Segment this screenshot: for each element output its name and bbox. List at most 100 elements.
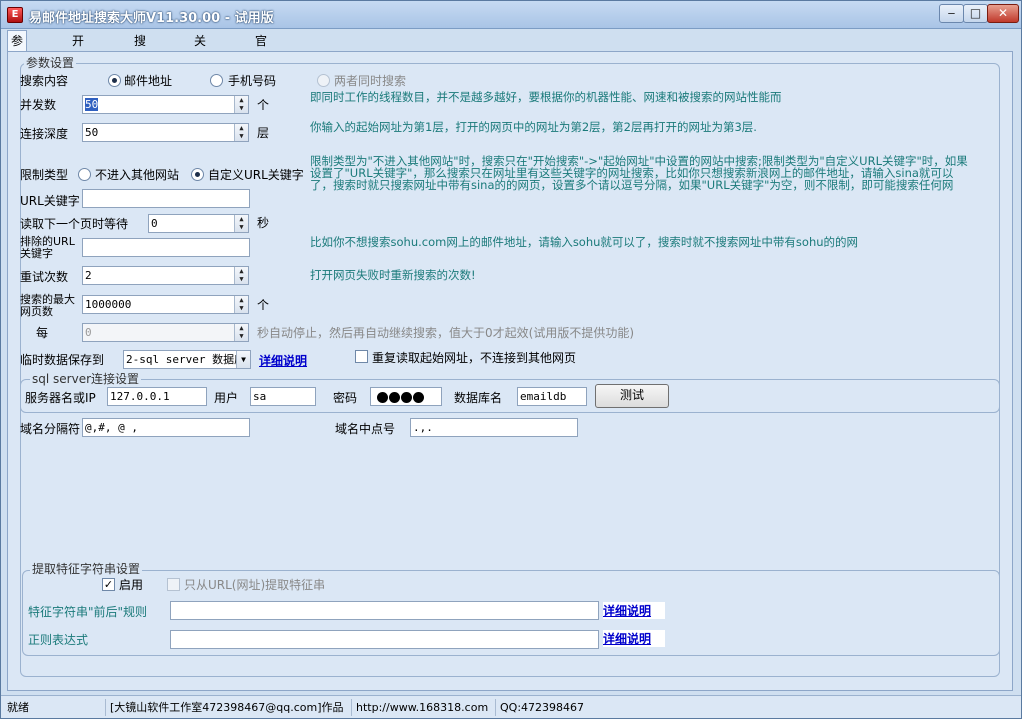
wait-unit: 秒 — [257, 216, 270, 230]
minimize-button[interactable]: ‒ — [939, 4, 964, 23]
depth-stepper[interactable]: 50 ▲ ▼ — [82, 123, 249, 142]
test-button[interactable]: 测试 — [595, 384, 669, 408]
depth-hint: 你输入的起始网址为第1层，打开的网页中的网址为第2层，第2层再打开的网址为第3层… — [310, 120, 757, 134]
enable-checkbox[interactable]: ✓ — [102, 578, 115, 591]
only-url-label: 只从URL(网址)提取特征串 — [184, 578, 326, 592]
exclude-label-2: 关键字 — [20, 247, 53, 260]
radio-both[interactable] — [317, 74, 330, 87]
temp-data-value: 2-sql server 数据库 — [126, 353, 246, 366]
every-hint: 秒自动停止，然后再自动继续搜索，值大于0才起效(试用版不提供功能) — [257, 326, 635, 340]
wait-stepper[interactable]: 0 ▲ ▼ — [148, 214, 249, 233]
every-stepper[interactable]: 0 ▲ ▼ — [82, 323, 249, 342]
max-pages-stepper[interactable]: 1000000 ▲ ▼ — [82, 295, 249, 314]
rule-input[interactable] — [170, 601, 599, 620]
retry-spin-icon[interactable]: ▲ ▼ — [234, 267, 248, 284]
enable-label: 启用 — [119, 578, 144, 592]
tab-search-results[interactable]: 搜索结果 — [131, 32, 149, 102]
max-pages-label-2: 网页数 — [20, 305, 53, 318]
concurrency-value: 50 — [85, 98, 99, 111]
concurrency-hint: 即同时工作的线程数目，并不是越多越好，要根据你的机器性能、网速和被搜索的网站性能… — [310, 90, 782, 104]
radio-no-other-sites[interactable] — [78, 168, 91, 181]
wait-spin-icon[interactable]: ▲ ▼ — [234, 215, 248, 232]
chevron-down-icon[interactable]: ▼ — [236, 351, 250, 368]
status-author: [大镜山软件工作室472398467@qq.com]作品 — [105, 699, 344, 716]
retry-value: 2 — [85, 269, 92, 282]
temp-data-label: 临时数据保存到 — [20, 353, 105, 367]
max-pages-spin-icon[interactable]: ▲ ▼ — [234, 296, 248, 313]
url-keyword-label: URL关键字 — [20, 194, 80, 208]
extract-group-legend: 提取特征字符串设置 — [30, 560, 143, 577]
radio-email-label: 邮件地址 — [124, 74, 173, 88]
password-input[interactable] — [370, 387, 442, 406]
concurrency-label: 并发数 — [20, 98, 57, 112]
every-spin-icon[interactable]: ▲ ▼ — [234, 324, 248, 341]
window-title: 易邮件地址搜索大师V11.30.00 - 试用版 — [29, 11, 274, 26]
retry-hint: 打开网页失败时重新搜索的次数! — [310, 268, 476, 282]
wait-value: 0 — [151, 217, 158, 230]
domain-separator-label: 域名分隔符 — [20, 422, 81, 436]
max-pages-label-1: 搜索的最大 — [20, 293, 75, 306]
limit-type-label: 限制类型 — [20, 168, 69, 182]
app-window: E 易邮件地址搜索大师V11.30.00 - 试用版 ‒ □ ✕ 参数设置 开始… — [0, 0, 1022, 719]
every-value: 0 — [85, 326, 92, 339]
user-label: 用户 — [214, 391, 239, 405]
password-label: 密码 — [333, 391, 358, 405]
limit-type-hint-3: 了，搜索时就只搜索网址中带有sina的的网页，设置多个请以逗号分隔，如果"URL… — [310, 178, 954, 192]
main-group-legend: 参数设置 — [24, 54, 77, 71]
server-label: 服务器名或IP — [25, 391, 96, 405]
settings-panel: 参数设置 搜索内容 邮件地址 手机号码 两者同时搜索 并发数 50 ▲ ▼ 个 即… — [7, 51, 1013, 691]
status-bar: 就绪 [大镜山软件工作室472398467@qq.com]作品 http://w… — [1, 695, 1021, 718]
radio-custom-url-keyword[interactable] — [191, 168, 204, 181]
depth-value: 50 — [85, 126, 99, 139]
temp-data-detail-link[interactable]: 详细说明 — [259, 352, 307, 369]
domain-dot-label: 域名中点号 — [335, 422, 396, 436]
status-url: http://www.168318.com — [351, 699, 488, 716]
max-pages-value: 1000000 — [85, 298, 132, 311]
tab-about[interactable]: 关于系统 — [191, 32, 209, 102]
tab-official-update[interactable]: 官方更新 — [252, 32, 270, 102]
regex-input[interactable] — [170, 630, 599, 649]
concurrency-spin-icon[interactable]: ▲ ▼ — [234, 96, 248, 113]
reread-start-url-checkbox[interactable] — [355, 350, 368, 363]
url-keyword-input[interactable] — [82, 189, 250, 208]
reread-start-url-label: 重复读取起始网址，不连接到其他网页 — [372, 351, 577, 365]
depth-spin-icon[interactable]: ▲ ▼ — [234, 124, 248, 141]
sql-group-legend: sql server连接设置 — [30, 370, 142, 387]
retry-label: 重试次数 — [20, 270, 69, 284]
domain-dot-input[interactable]: .,. — [410, 418, 578, 437]
only-url-checkbox[interactable] — [167, 578, 180, 591]
max-pages-unit: 个 — [257, 298, 270, 312]
rule-label: 特征字符串"前后"规则 — [28, 605, 148, 619]
domain-separator-input[interactable]: @,#, @ , — [82, 418, 250, 437]
radio-phone-label: 手机号码 — [228, 74, 277, 88]
exclude-hint: 比如你不想搜索sohu.com网上的邮件地址，请输入sohu就可以了，搜索时就不… — [310, 235, 859, 249]
radio-email[interactable] — [108, 74, 121, 87]
tab-settings[interactable]: 参数设置 — [7, 30, 28, 108]
concurrency-stepper[interactable]: 50 ▲ ▼ — [82, 95, 249, 114]
database-label: 数据库名 — [454, 391, 503, 405]
radio-no-other-sites-label: 不进入其他网站 — [95, 168, 180, 182]
radio-phone[interactable] — [210, 74, 223, 87]
close-button[interactable]: ✕ — [987, 4, 1019, 23]
retry-stepper[interactable]: 2 ▲ ▼ — [82, 266, 249, 285]
regex-detail-link[interactable]: 详细说明 — [603, 630, 666, 647]
user-input[interactable]: sa — [250, 387, 316, 406]
temp-data-select[interactable]: 2-sql server 数据库 ▼ — [123, 350, 251, 369]
database-input[interactable]: emaildb — [517, 387, 587, 406]
wait-label: 读取下一个页时等待 — [20, 217, 129, 231]
regex-label: 正则表达式 — [28, 633, 89, 647]
exclude-url-input[interactable] — [82, 238, 250, 257]
exclude-label-1: 排除的URL — [20, 235, 75, 248]
concurrency-unit: 个 — [257, 98, 270, 112]
rule-detail-link[interactable]: 详细说明 — [603, 602, 666, 619]
status-qq: QQ:472398467 — [495, 699, 584, 716]
search-content-label: 搜索内容 — [20, 74, 69, 88]
server-input[interactable]: 127.0.0.1 — [107, 387, 207, 406]
maximize-button[interactable]: □ — [963, 4, 988, 23]
title-bar[interactable]: E 易邮件地址搜索大师V11.30.00 - 试用版 ‒ □ ✕ — [1, 1, 1021, 29]
depth-label: 连接深度 — [20, 127, 69, 141]
radio-custom-url-keyword-label: 自定义URL关键字 — [208, 168, 304, 182]
tab-start-search[interactable]: 开始搜索 — [69, 32, 87, 102]
radio-both-label: 两者同时搜索 — [334, 74, 407, 88]
depth-unit: 层 — [257, 126, 270, 140]
